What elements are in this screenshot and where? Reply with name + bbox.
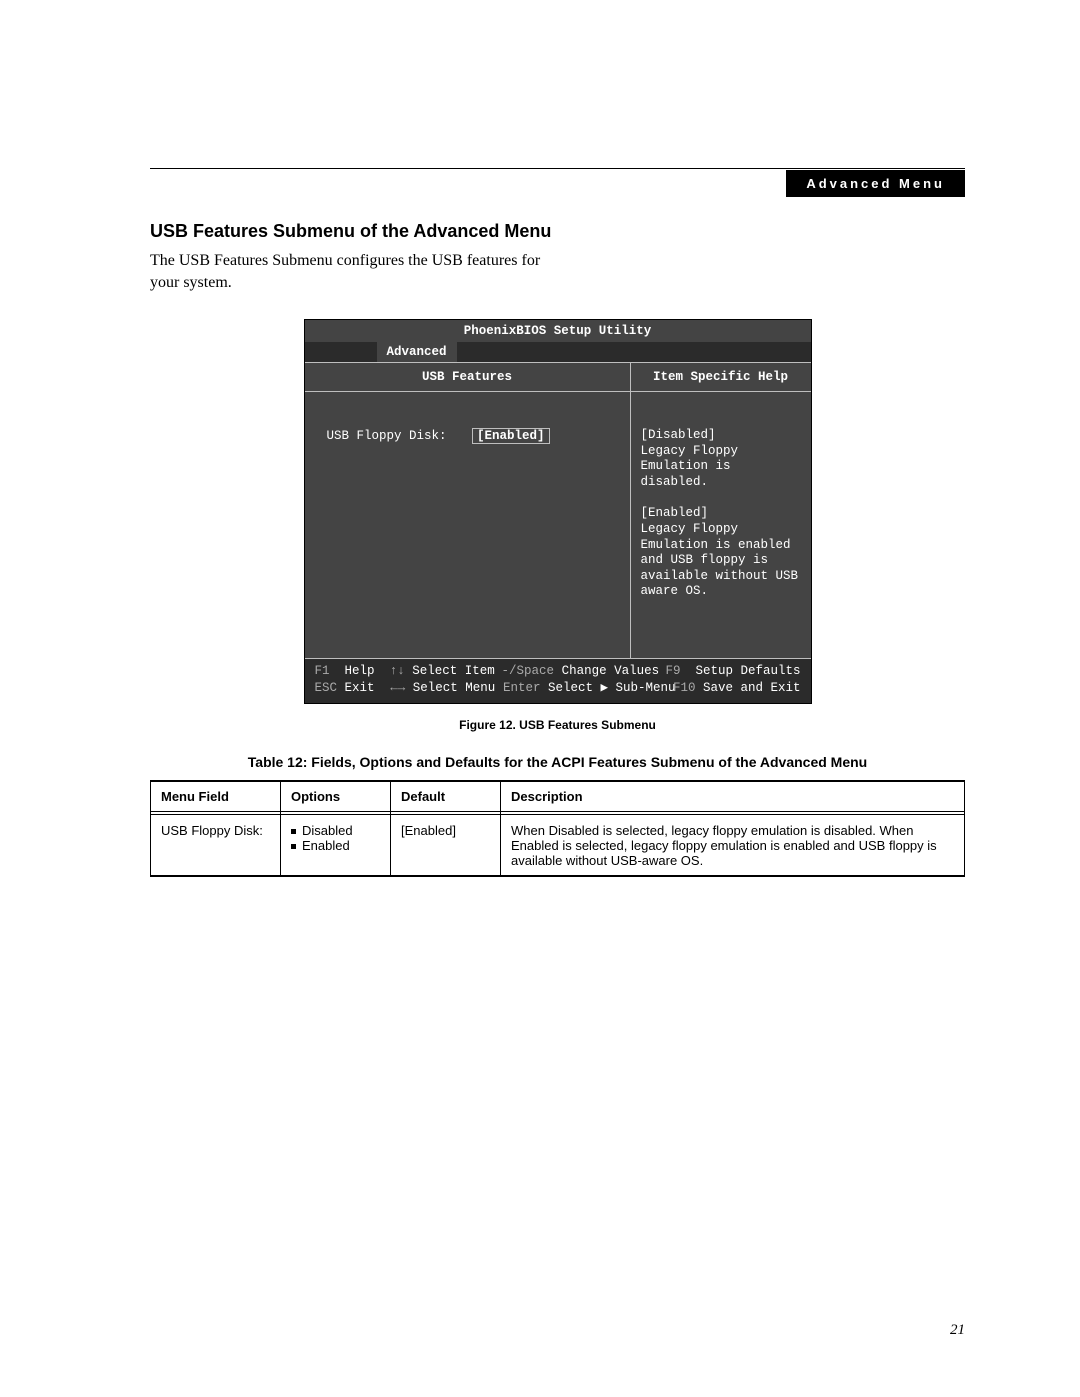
table-caption: Table 12: Fields, Options and Defaults f…	[150, 754, 965, 770]
page-number: 21	[950, 1322, 965, 1339]
th-options: Options	[281, 781, 391, 812]
cell-options: Disabled Enabled	[281, 811, 391, 876]
bios-body: USB Features USB Floppy Disk: [Enabled] …	[305, 362, 811, 658]
th-menu-field: Menu Field	[151, 781, 281, 812]
cell-menu-field: USB Floppy Disk:	[151, 811, 281, 876]
table-row: USB Floppy Disk: Disabled Enabled [Enabl…	[151, 811, 965, 876]
figure-caption: Figure 12. USB Features Submenu	[150, 718, 965, 732]
bios-left-title: USB Features	[305, 363, 630, 392]
footer-val-select-item: Select Item	[412, 664, 495, 678]
footer-key-leftright: ←→	[390, 681, 405, 695]
bios-left-panel: USB Features USB Floppy Disk: [Enabled]	[305, 363, 630, 658]
bios-tab-advanced[interactable]: Advanced	[377, 342, 457, 362]
footer-val-help: Help	[345, 664, 375, 678]
footer-key-esc: ESC	[315, 681, 338, 695]
top-rule	[150, 168, 965, 169]
th-default: Default	[391, 781, 501, 812]
table-header-row: Menu Field Options Default Description	[151, 781, 965, 812]
footer-key-f9: F9	[665, 664, 680, 678]
section-title: USB Features Submenu of the Advanced Men…	[150, 221, 965, 242]
footer-val-defaults: Setup Defaults	[695, 664, 800, 678]
bios-footer: F1 Help ↑↓ Select Item -/Space Change Va…	[305, 658, 811, 703]
bios-help-panel: Item Specific Help [Disabled] Legacy Flo…	[630, 363, 811, 658]
footer-key-space: -/Space	[502, 664, 555, 678]
cell-default: [Enabled]	[391, 811, 501, 876]
footer-val-exit: Exit	[345, 681, 375, 695]
footer-key-f10: F10	[673, 681, 696, 695]
section-intro: The USB Features Submenu configures the …	[150, 250, 550, 293]
bios-help-text: [Disabled] Legacy Floppy Emulation is di…	[631, 392, 811, 658]
bios-footer-row-2: ESC Exit ←→ Select Menu Enter Select ▶ S…	[315, 680, 801, 697]
footer-val-save: Save and Exit	[703, 681, 801, 695]
bios-footer-row-1: F1 Help ↑↓ Select Item -/Space Change Va…	[315, 663, 801, 680]
footer-key-updown: ↑↓	[390, 664, 405, 678]
footer-val-select-menu: Select Menu	[413, 681, 496, 695]
bios-tabstrip: Advanced	[305, 342, 811, 362]
bios-right-title: Item Specific Help	[631, 363, 811, 392]
footer-key-f1: F1	[315, 664, 330, 678]
bios-field-value[interactable]: [Enabled]	[472, 428, 550, 444]
bios-left-content: USB Floppy Disk: [Enabled]	[305, 392, 630, 658]
footer-val-submenu: Select ▶ Sub-Menu	[548, 681, 676, 695]
footer-val-change: Change Values	[562, 664, 660, 678]
option-enabled: Enabled	[291, 838, 380, 853]
bios-utility-title: PhoenixBIOS Setup Utility	[305, 320, 811, 342]
bios-field-label: USB Floppy Disk:	[327, 429, 447, 443]
footer-key-enter: Enter	[503, 681, 541, 695]
header-tab: Advanced Menu	[786, 170, 965, 197]
bios-window: PhoenixBIOS Setup Utility Advanced USB F…	[304, 319, 812, 704]
page: Advanced Menu USB Features Submenu of th…	[0, 0, 1080, 1397]
cell-description: When Disabled is selected, legacy floppy…	[501, 811, 965, 876]
option-disabled: Disabled	[291, 823, 380, 838]
th-description: Description	[501, 781, 965, 812]
options-table: Menu Field Options Default Description U…	[150, 780, 965, 877]
